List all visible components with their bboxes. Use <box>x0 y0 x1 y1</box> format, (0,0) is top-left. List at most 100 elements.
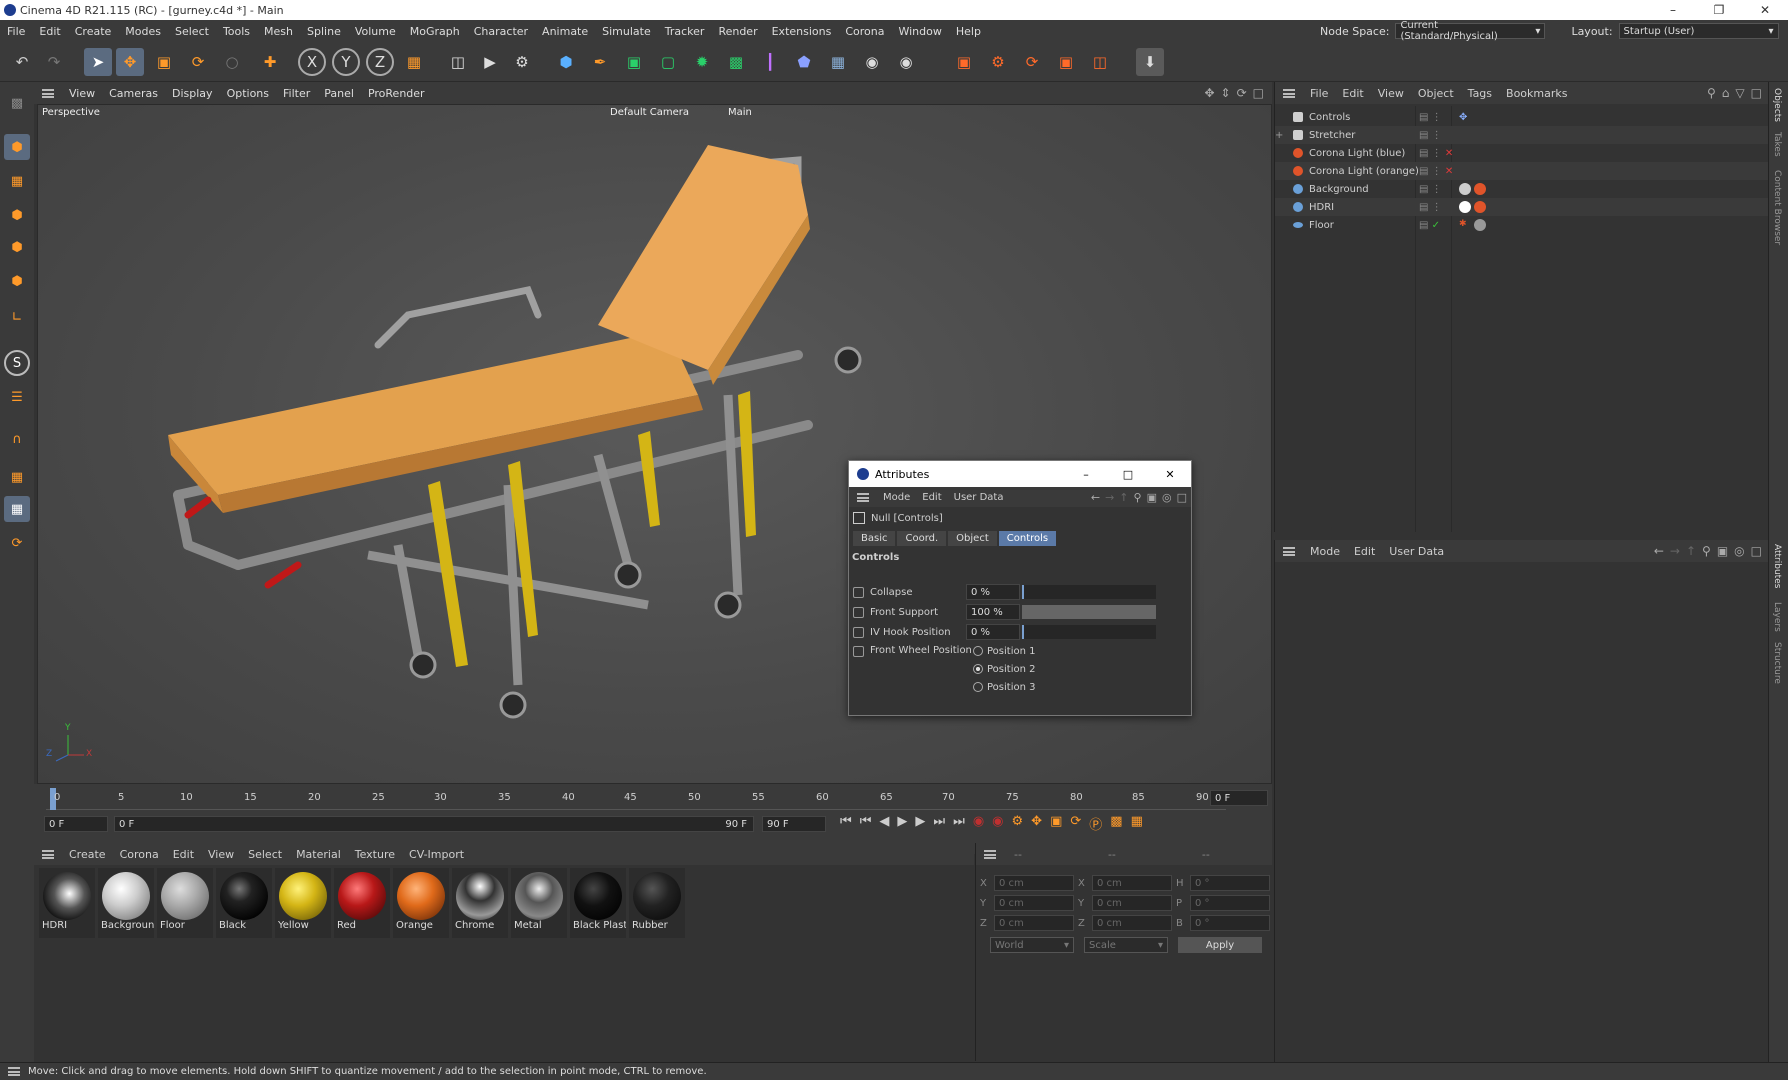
position-z-field[interactable]: 0 cm <box>994 915 1074 931</box>
obj-menu-bookmarks[interactable]: Bookmarks <box>1499 87 1574 100</box>
key-scale-icon[interactable]: ▣ <box>1050 814 1062 833</box>
visibility-toggle[interactable]: ▤ ⋮ <box>1419 202 1442 213</box>
key-pla-icon[interactable]: ▩ <box>1110 814 1122 833</box>
pan-view-icon[interactable]: ✥ <box>1204 86 1214 100</box>
attr-menu-mode[interactable]: Mode <box>1303 545 1347 558</box>
object-row-controls[interactable]: Controls ▤ ⋮ ✥ <box>1275 108 1769 126</box>
vp-menu-cameras[interactable]: Cameras <box>102 87 165 100</box>
menu-mesh[interactable]: Mesh <box>257 25 300 38</box>
aw-menu-edit[interactable]: Edit <box>916 492 947 503</box>
light-button[interactable]: ◉ <box>892 48 920 76</box>
rotation-b-field[interactable]: 0 ° <box>1190 915 1270 931</box>
menu-create[interactable]: Create <box>68 25 119 38</box>
add-object-button[interactable]: ✚ <box>256 48 284 76</box>
collapse-slider[interactable] <box>1022 585 1156 599</box>
planar-workplane-button[interactable]: ⟳ <box>4 530 30 556</box>
back-arrow-icon[interactable]: ← <box>1654 544 1664 558</box>
vp-menu-display[interactable]: Display <box>165 87 220 100</box>
tab-takes[interactable]: Takes <box>1772 132 1782 157</box>
material-swatch[interactable]: Metal <box>511 868 567 938</box>
vp-menu-options[interactable]: Options <box>220 87 276 100</box>
aw-menu-user-data[interactable]: User Data <box>948 492 1010 503</box>
menu-edit[interactable]: Edit <box>32 25 67 38</box>
menu-corona[interactable]: Corona <box>838 25 891 38</box>
corona-proxy-button[interactable]: ◫ <box>1086 48 1114 76</box>
restore-button[interactable]: ❐ <box>1696 0 1742 20</box>
menu-tracker[interactable]: Tracker <box>658 25 712 38</box>
hamburger-icon[interactable] <box>1283 546 1295 556</box>
mat-menu-corona[interactable]: Corona <box>113 848 166 861</box>
y-axis-button[interactable]: Y <box>332 48 360 76</box>
radio-position-1[interactable]: Position 1 <box>973 643 1035 661</box>
pen-button[interactable]: ✒ <box>586 48 614 76</box>
corona-export-button[interactable]: ⬇ <box>1136 48 1164 76</box>
tab-object[interactable]: Object <box>948 531 997 546</box>
timeline-ruler[interactable]: 0 5 10 15 20 25 30 35 40 45 50 55 60 65 … <box>46 788 1226 810</box>
hamburger-icon[interactable] <box>1283 88 1295 98</box>
animation-key-icon[interactable] <box>853 646 864 657</box>
mat-menu-edit[interactable]: Edit <box>166 848 201 861</box>
material-swatch[interactable]: Black Plastic <box>570 868 626 938</box>
goto-prev-key-icon[interactable]: ⏮ <box>860 814 872 833</box>
menu-volume[interactable]: Volume <box>348 25 403 38</box>
close-button[interactable]: ✕ <box>1742 0 1788 20</box>
play-icon[interactable]: ▶ <box>897 814 907 833</box>
target-icon[interactable]: ◎ <box>1162 491 1172 504</box>
move-tool-button[interactable]: ✥ <box>116 48 144 76</box>
size-y-field[interactable]: 0 cm <box>1092 895 1172 911</box>
polygons-mode-button[interactable]: ⬢ <box>4 268 30 294</box>
position-y-field[interactable]: 0 cm <box>994 895 1074 911</box>
rotate-tool-button[interactable]: ⟳ <box>184 48 212 76</box>
collapse-value-field[interactable]: 0 % <box>966 584 1020 600</box>
material-swatch[interactable]: Black <box>216 868 272 938</box>
filter-icon[interactable]: ▽ <box>1735 86 1744 100</box>
corona-vfb-button[interactable]: ▣ <box>950 48 978 76</box>
timeline-window-icon[interactable]: ▦ <box>1131 814 1143 833</box>
animation-key-icon[interactable] <box>853 626 864 638</box>
obj-menu-object[interactable]: Object <box>1411 87 1461 100</box>
mograph-button[interactable]: ▩ <box>722 48 750 76</box>
front-support-slider[interactable] <box>1022 605 1156 619</box>
object-row-corona-light-blue[interactable]: Corona Light (blue) ▤ ⋮ ✕ <box>1275 144 1769 162</box>
new-window-icon[interactable]: □ <box>1751 544 1762 558</box>
cube-button[interactable]: ⬢ <box>552 48 580 76</box>
coord-mode-dropdown[interactable]: Scale ▾ <box>1084 937 1168 953</box>
goto-end-icon[interactable]: ⏭ <box>953 814 965 833</box>
window-maximize-button[interactable]: □ <box>1107 468 1149 481</box>
coordinate-system-button[interactable]: ▦ <box>400 48 428 76</box>
rotation-h-field[interactable]: 0 ° <box>1190 875 1270 891</box>
floor-button[interactable]: ▦ <box>824 48 852 76</box>
expand-icon[interactable]: + <box>1275 130 1283 141</box>
hamburger-icon[interactable] <box>984 849 996 859</box>
recent-tool-button[interactable]: ○ <box>218 48 246 76</box>
object-row-stretcher[interactable]: + Stretcher ▤ ⋮ <box>1275 126 1769 144</box>
iv-hook-value-field[interactable]: 0 % <box>966 624 1020 640</box>
tab-structure[interactable]: Structure <box>1772 642 1782 684</box>
tab-layers[interactable]: Layers <box>1772 602 1782 632</box>
autokey-icon[interactable]: ◉ <box>992 814 1003 833</box>
position-x-field[interactable]: 0 cm <box>994 875 1074 891</box>
attr-menu-edit[interactable]: Edit <box>1347 545 1382 558</box>
menu-simulate[interactable]: Simulate <box>595 25 658 38</box>
vp-menu-prorender[interactable]: ProRender <box>361 87 432 100</box>
rotation-p-field[interactable]: 0 ° <box>1190 895 1270 911</box>
menu-render[interactable]: Render <box>711 25 764 38</box>
solo-hierarchy-button[interactable]: ☰ <box>4 384 30 410</box>
menu-modes[interactable]: Modes <box>118 25 168 38</box>
layout-dropdown[interactable]: Startup (User) ▾ <box>1618 23 1779 39</box>
tab-controls[interactable]: Controls <box>998 531 1057 546</box>
vp-menu-panel[interactable]: Panel <box>317 87 361 100</box>
tab-attributes[interactable]: Attributes <box>1772 544 1782 588</box>
corona-tag-icon[interactable] <box>1474 201 1486 213</box>
animation-key-icon[interactable] <box>853 586 864 598</box>
search-icon[interactable]: ⚲ <box>1707 86 1716 100</box>
solo-button[interactable]: S <box>4 350 30 376</box>
mat-menu-cv-import[interactable]: CV-Import <box>402 848 471 861</box>
up-arrow-icon[interactable]: ↑ <box>1686 544 1696 558</box>
undo-button[interactable]: ↶ <box>8 48 36 76</box>
radio-position-2[interactable]: Position 2 <box>973 661 1035 679</box>
menu-tools[interactable]: Tools <box>216 25 257 38</box>
search-icon[interactable]: ⚲ <box>1134 491 1142 504</box>
visibility-toggle[interactable]: ▤ ⋮ <box>1419 184 1442 195</box>
material-tag-icon[interactable] <box>1474 219 1486 231</box>
